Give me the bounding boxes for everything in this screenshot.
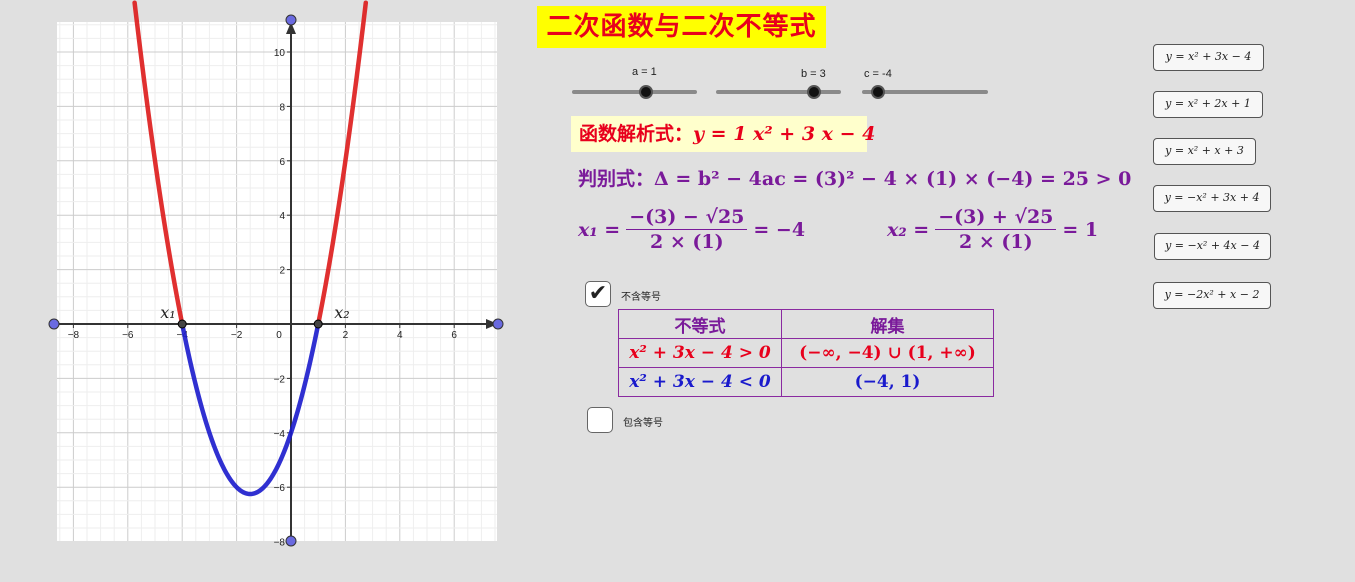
- table-header-row: 不等式 解集: [618, 309, 994, 339]
- x-tick-label: −8: [68, 330, 80, 341]
- preset-button-1[interactable]: y = x² + 3x − 4: [1153, 44, 1264, 71]
- slider-c[interactable]: c = -4: [862, 64, 988, 100]
- root-x2-numerator: −(3) + √25: [935, 206, 1057, 230]
- root-x1: x₁ = −(3) − √25 2 × (1) = −4: [578, 206, 805, 253]
- slider-a-knob[interactable]: [639, 85, 653, 99]
- y-tick-label: 2: [279, 266, 285, 277]
- x-tick-label: −6: [122, 330, 134, 341]
- function-graph[interactable]: −8 −6 −4 −2 0 2 4 6108642−2−4−6−8x₁ x₂: [0, 0, 520, 582]
- y-tick-label: 6: [279, 157, 285, 168]
- root-point: [177, 319, 187, 329]
- table-row: x² + 3x − 4 < 0 (−4, 1): [618, 367, 994, 397]
- preset-button-2[interactable]: y = x² + 2x + 1: [1153, 91, 1263, 118]
- x-tick-label: 0: [276, 330, 282, 341]
- x-tick-label: 2: [343, 330, 349, 341]
- slider-c-knob[interactable]: [871, 85, 885, 99]
- slider-b[interactable]: b = 3: [716, 64, 841, 100]
- inequality-table: 不等式 解集 x² + 3x − 4 > 0 (−∞, −4) ∪ (1, +∞…: [618, 309, 994, 397]
- preset-button-6[interactable]: y = −2x² + x − 2: [1153, 282, 1271, 309]
- root-x2: x₂ = −(3) + √25 2 × (1) = 1: [887, 206, 1098, 253]
- x-tick-label: 6: [451, 330, 457, 341]
- exclusive-equal-label: 不含等号: [621, 292, 661, 303]
- root-x1-fraction: −(3) − √25 2 × (1): [626, 206, 748, 253]
- root-x1-lhs: x₁ =: [578, 218, 621, 241]
- table-header-solution: 解集: [781, 309, 994, 339]
- discriminant-line: 判别式：Δ = b² − 4ac = (3)² − 4 × (1) × (−4)…: [578, 164, 1131, 191]
- slider-a-track[interactable]: [572, 90, 697, 94]
- axis-handle[interactable]: [48, 318, 60, 330]
- slider-a[interactable]: a = 1: [572, 64, 697, 100]
- table-cell-inequality: x² + 3x − 4 > 0: [618, 338, 782, 368]
- inclusive-equal-label: 包含等号: [623, 418, 663, 429]
- slider-b-knob[interactable]: [807, 85, 821, 99]
- y-tick-label: −4: [274, 429, 286, 440]
- y-tick-label: −8: [274, 538, 286, 549]
- y-tick-label: −2: [274, 374, 286, 385]
- function-expression: y = 1 x² + 3 x − 4: [693, 123, 876, 145]
- check-icon: ✔: [588, 281, 608, 306]
- root-x1-value: = −4: [753, 218, 806, 241]
- discriminant-expression: Δ = b² − 4ac = (3)² − 4 × (1) × (−4) = 2…: [654, 168, 1132, 190]
- axis-handle[interactable]: [285, 535, 297, 547]
- root-x2-fraction: −(3) + √25 2 × (1): [935, 206, 1057, 253]
- slider-b-label: b = 3: [801, 68, 826, 80]
- root-x1-denominator: 2 × (1): [650, 231, 724, 253]
- preset-button-5[interactable]: y = −x² + 4x − 4: [1154, 233, 1271, 260]
- function-expression-prefix: 函数解析式：: [579, 123, 694, 145]
- table-cell-solution: (−∞, −4) ∪ (1, +∞): [781, 338, 994, 368]
- table-cell-solution: (−4, 1): [781, 367, 994, 397]
- exclusive-equal-checkbox[interactable]: ✔: [585, 281, 611, 307]
- slider-a-label: a = 1: [632, 66, 657, 78]
- y-tick-label: 4: [279, 211, 285, 222]
- table-cell-inequality: x² + 3x − 4 < 0: [618, 367, 782, 397]
- root-x2-denominator: 2 × (1): [959, 231, 1033, 253]
- y-tick-label: −6: [274, 483, 286, 494]
- graph-panel[interactable]: −8 −6 −4 −2 0 2 4 6 10 8 6 4 2 −2 −4 −6 −8 x₁ x₂: [0, 0, 520, 582]
- root-x2-lhs: x₂ =: [887, 218, 930, 241]
- root-x1-numerator: −(3) − √25: [626, 206, 748, 230]
- x-tick-label: 4: [397, 330, 403, 341]
- slider-c-label: c = -4: [864, 68, 892, 80]
- inclusive-equal-checkbox[interactable]: [587, 407, 613, 433]
- table-header-inequality: 不等式: [618, 309, 782, 339]
- axis-handle[interactable]: [492, 318, 504, 330]
- x-tick-label: −2: [231, 330, 243, 341]
- discriminant-prefix: 判别式：: [578, 168, 655, 190]
- preset-button-4[interactable]: y = −x² + 3x + 4: [1153, 185, 1271, 212]
- slider-b-track[interactable]: [716, 90, 841, 94]
- y-tick-label: 8: [279, 102, 285, 113]
- function-expression-box: 函数解析式：y = 1 x² + 3 x − 4: [571, 116, 875, 152]
- root-label: x₂: [334, 303, 349, 322]
- y-tick-label: 10: [274, 48, 286, 59]
- root-point: [313, 319, 323, 329]
- page-title: 二次函数与二次不等式: [537, 6, 826, 48]
- axis-handle[interactable]: [285, 14, 297, 26]
- root-label: x₁: [160, 303, 175, 322]
- table-row: x² + 3x − 4 > 0 (−∞, −4) ∪ (1, +∞): [618, 338, 994, 368]
- root-x2-value: = 1: [1062, 218, 1099, 241]
- preset-button-3[interactable]: y = x² + x + 3: [1153, 138, 1256, 165]
